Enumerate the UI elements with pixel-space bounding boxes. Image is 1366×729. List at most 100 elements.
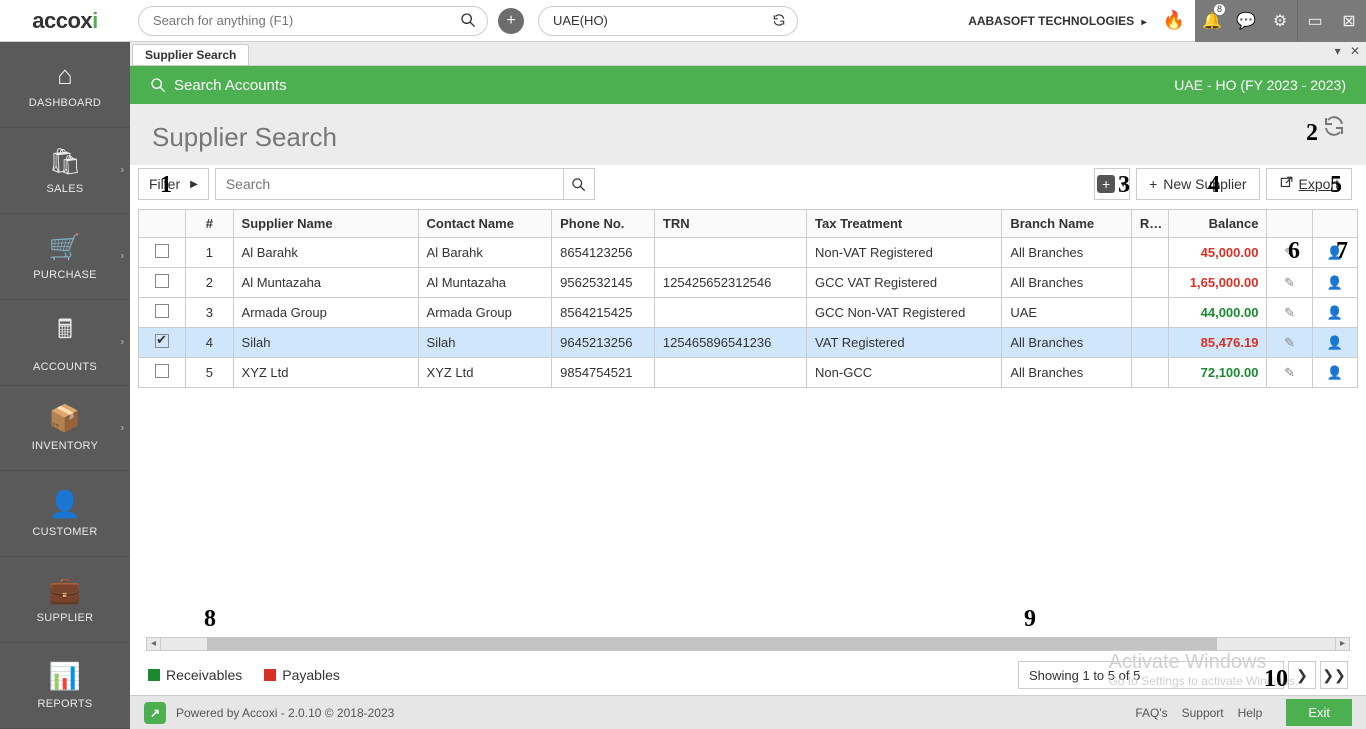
cell-trn [654,238,806,268]
profile-icon[interactable]: 👤 [1312,298,1357,328]
scroll-left-icon[interactable]: ◂ [147,638,161,650]
table-row[interactable]: 5XYZ LtdXYZ Ltd9854754521Non-GCCAll Bran… [139,358,1358,388]
legend-row: Receivables Payables Activate Windows Go… [138,655,1358,695]
bell-icon[interactable]: 🔔8 [1195,0,1229,42]
gear-icon[interactable]: ⚙ [1263,0,1297,42]
context-period: UAE - HO (FY 2023 - 2023) [1174,77,1346,93]
company-menu[interactable]: AABASOFT TECHNOLOGIES ▸ [968,14,1146,28]
col-tax-treatment[interactable]: Tax Treatment [807,210,1002,238]
org-selector[interactable] [538,6,798,36]
sidebar-item-reports[interactable]: 📊 REPORTS [0,643,130,729]
sidebar-item-accounts[interactable]: 🖩 ACCOUNTS › [0,300,130,386]
row-checkbox[interactable] [155,334,169,348]
profile-icon[interactable]: 👤 [1312,238,1357,268]
sidebar-item-sales[interactable]: 🛍 SALES › [0,128,130,214]
table-search-button[interactable] [563,168,595,200]
table-row[interactable]: 3Armada GroupArmada Group8564215425GCC N… [139,298,1358,328]
edit-icon[interactable]: ✎ [1267,268,1312,298]
profile-icon[interactable]: 👤 [1312,268,1357,298]
scroll-thumb[interactable] [207,638,1217,650]
col-contact-name[interactable]: Contact Name [418,210,552,238]
row-checkbox[interactable] [155,304,169,318]
table-row[interactable]: 4SilahSilah9645213256125465896541236VAT … [139,328,1358,358]
inventory-icon: 📦 [49,403,81,434]
chat-icon[interactable]: 💬 [1229,0,1263,42]
col-route[interactable]: Rout [1131,210,1168,238]
edit-icon[interactable]: ✎ [1267,238,1312,268]
col-balance[interactable]: Balance [1168,210,1267,238]
cell-route [1131,298,1168,328]
sidebar-item-dashboard[interactable]: ⌂ DASHBOARD [0,42,130,128]
chevron-right-icon: › [121,337,124,348]
new-supplier-label: New Supplier [1163,176,1246,192]
tab-close-icon[interactable]: ✕ [1350,44,1360,58]
search-icon[interactable] [460,12,476,33]
new-supplier-button[interactable]: + New Supplier [1136,168,1259,200]
sync-icon[interactable] [772,13,786,32]
col-phone[interactable]: Phone No. [552,210,655,238]
footer-help-link[interactable]: Help [1238,706,1263,720]
tab-supplier-search[interactable]: Supplier Search [132,44,249,65]
cell-branch: All Branches [1002,358,1132,388]
profile-icon[interactable]: 👤 [1312,358,1357,388]
table-search-input[interactable] [215,168,563,200]
col-checkbox[interactable] [139,210,186,238]
cell-trn [654,358,806,388]
cell-phone: 8654123256 [552,238,655,268]
pager-next-button[interactable]: ❯ [1288,661,1316,689]
filter-button[interactable]: Filter ▶ [138,168,209,200]
sidebar-item-label: ACCOUNTS [33,361,97,373]
export-button[interactable]: Export [1266,168,1352,200]
minimize-icon[interactable]: ▭ [1298,0,1332,42]
hot-icon[interactable]: 🔥 [1163,10,1185,31]
table-row[interactable]: 2Al MuntazahaAl Muntazaha956253214512542… [139,268,1358,298]
edit-icon[interactable]: ✎ [1267,358,1312,388]
table-search-wrap [215,168,595,200]
row-checkbox[interactable] [155,364,169,378]
search-icon [150,77,166,93]
add-menu-button[interactable]: + ▼ [1094,168,1130,200]
context-title: Search Accounts [150,77,287,94]
cell-tax: GCC Non-VAT Registered [807,298,1002,328]
chevron-right-icon: › [121,165,124,176]
pager-last-button[interactable]: ❯❯ [1320,661,1348,689]
col-branch[interactable]: Branch Name [1002,210,1132,238]
refresh-icon[interactable] [1322,114,1346,144]
footer-faq-link[interactable]: FAQ's [1135,706,1167,720]
row-checkbox[interactable] [155,274,169,288]
quick-add-button[interactable]: + [498,8,524,34]
footer-support-link[interactable]: Support [1182,706,1224,720]
col-supplier-name[interactable]: Supplier Name [233,210,418,238]
brand-accent: i [92,8,98,34]
tab-menu-icon[interactable]: ▾ [1335,44,1341,58]
page-header: Supplier Search [130,104,1366,165]
scroll-right-icon[interactable]: ▸ [1335,638,1349,650]
cell-supplier-name: Al Muntazaha [233,268,418,298]
horizontal-scrollbar[interactable]: ◂ ▸ [146,637,1350,651]
sidebar-item-customer[interactable]: 👤 CUSTOMER [0,471,130,557]
sidebar-item-purchase[interactable]: 🛒 PURCHASE › [0,214,130,300]
cell-branch: UAE [1002,298,1132,328]
sidebar-item-inventory[interactable]: 📦 INVENTORY › [0,386,130,472]
global-search-wrap [138,6,488,36]
exit-button[interactable]: Exit [1286,699,1352,726]
cell-tax: GCC VAT Registered [807,268,1002,298]
close-icon[interactable]: ⊠ [1332,0,1366,42]
row-checkbox[interactable] [155,244,169,258]
cell-supplier-name: Al Barahk [233,238,418,268]
brand-logo: accoxi [0,0,130,42]
cell-phone: 9645213256 [552,328,655,358]
cell-index: 3 [186,298,233,328]
edit-icon[interactable]: ✎ [1267,328,1312,358]
sidebar-item-supplier[interactable]: 💼 SUPPLIER [0,557,130,643]
col-index[interactable]: # [186,210,233,238]
toolbar: Filter ▶ + ▼ + New Supplier [130,165,1366,209]
org-selector-wrap [538,6,798,36]
global-search-input[interactable] [138,6,488,36]
cell-supplier-name: Silah [233,328,418,358]
table-row[interactable]: 1Al BarahkAl Barahk8654123256Non-VAT Reg… [139,238,1358,268]
edit-icon[interactable]: ✎ [1267,298,1312,328]
notification-badge: 8 [1214,4,1225,15]
profile-icon[interactable]: 👤 [1312,328,1357,358]
col-trn[interactable]: TRN [654,210,806,238]
